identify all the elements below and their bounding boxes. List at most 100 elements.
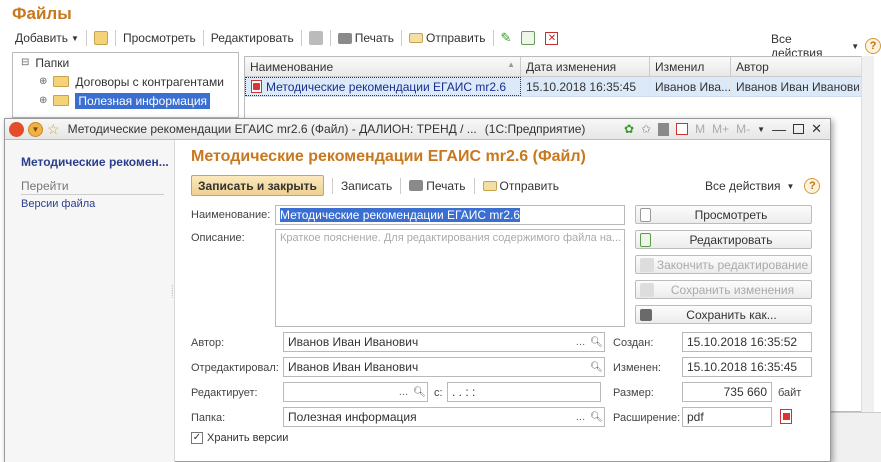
folder-field[interactable]: Полезная информация … 🔍︎ [283, 407, 605, 427]
tree-item-useful-info[interactable]: ⊕ Полезная информация [13, 91, 238, 110]
save-as-button[interactable]: Сохранить как... [635, 305, 812, 324]
printer-icon [409, 180, 424, 191]
save-button[interactable]: Записать [341, 179, 392, 193]
view-button[interactable]: Просмотреть [635, 205, 812, 224]
checkbox-checked-icon: ✓ [191, 432, 203, 444]
editing-label: Редактирует: [191, 387, 258, 399]
search-icon[interactable]: 🔍︎ [589, 358, 604, 376]
search-icon[interactable]: 🔍︎ [412, 383, 427, 401]
calendar-icon[interactable] [676, 123, 689, 135]
print-button[interactable]: Печать [409, 179, 466, 193]
memory-mminus-button[interactable]: M- [736, 122, 750, 136]
edit-button[interactable]: Редактировать [206, 28, 299, 48]
chevron-down-icon[interactable]: ▼ [757, 125, 765, 134]
keep-versions-checkbox[interactable]: ✓ Хранить версии [191, 432, 288, 444]
separator [300, 30, 302, 46]
name-field[interactable]: Методические рекомендации ЕГАИС mr2.6 [275, 205, 625, 225]
close-icon[interactable]: ✕ [811, 121, 822, 137]
print-button[interactable]: Печать [333, 28, 399, 48]
calculator-icon[interactable] [658, 122, 670, 136]
edit-button[interactable]: Редактировать [635, 230, 812, 249]
send-button[interactable]: Отправить [482, 179, 559, 193]
pdf-icon [251, 80, 262, 93]
pencil-icon: ✎ [500, 30, 512, 45]
send-button[interactable]: Отправить [404, 28, 491, 48]
cell-name: Методические рекомендации ЕГАИС mr2.6 [245, 77, 521, 96]
author-field[interactable]: Иванов Иван Иванович … 🔍︎ [283, 332, 605, 352]
chevron-down-icon: ▼ [71, 33, 79, 43]
main-toolbar: Добавить ▼ Просмотреть Редактировать Печа… [10, 28, 563, 48]
help-icon[interactable]: ? [804, 178, 821, 194]
select-button[interactable]: … [396, 383, 411, 401]
since-field[interactable]: . . : : [447, 382, 601, 402]
delete-button[interactable]: ✕ [540, 28, 563, 48]
size-label: Размер: [613, 387, 654, 399]
sidebar-section-goto: Перейти [21, 179, 164, 195]
column-header-changed-by[interactable]: Изменил [650, 57, 731, 76]
description-field[interactable]: Краткое пояснение. Для редактирования со… [275, 229, 625, 327]
cell-date: 15.10.2018 16:35:45 [521, 77, 650, 96]
view-button[interactable]: Просмотреть [118, 28, 201, 48]
column-header-author[interactable]: Автор [731, 57, 861, 76]
save-and-close-button[interactable]: Записать и закрыть [191, 175, 324, 196]
bookmark-icon[interactable]: ✩ [641, 122, 651, 136]
edit-document-icon [640, 232, 651, 247]
column-header-name[interactable]: Наименование ▲ [245, 57, 521, 76]
size-field: 735 660 [682, 382, 772, 402]
finish-editing-button[interactable]: Закончить редактирование [635, 255, 812, 274]
sort-icon: ▲ [507, 60, 515, 69]
table-row[interactable]: Методические рекомендации ЕГАИС mr2.6 15… [245, 77, 873, 97]
add-favorite-icon[interactable]: ✿ [624, 122, 634, 136]
add-folder-icon [93, 31, 108, 45]
created-label: Создан: [613, 337, 654, 349]
add-folder-button[interactable] [89, 28, 113, 48]
select-button[interactable]: … [573, 408, 588, 426]
maximize-icon[interactable] [793, 124, 805, 134]
app-logo-icon [9, 121, 24, 137]
menu-circle-icon[interactable]: ▼ [28, 121, 43, 137]
minimize-icon[interactable]: — [772, 121, 786, 137]
cell-author: Иванов Иван Иванович [736, 80, 859, 94]
expand-icon[interactable]: ⊕ [39, 95, 47, 106]
stamp-button[interactable] [304, 28, 328, 48]
favorite-star-icon[interactable]: ☆ [47, 121, 60, 138]
tree-root[interactable]: ⊟ Папки [13, 53, 238, 72]
disk-icon [640, 308, 652, 321]
sidebar-current-item[interactable]: Методические рекомен... [21, 155, 169, 169]
splitter-handle[interactable]: ⁞ ⁞ [171, 284, 174, 300]
file-dialog: ▼ ☆ Методические рекомендации ЕГАИС mr2.… [4, 118, 831, 462]
memory-mplus-button[interactable]: M+ [712, 122, 729, 136]
all-actions-button[interactable]: Все действия [705, 179, 780, 193]
edited-by-field[interactable]: Иванов Иван Иванович 🔍︎ [283, 357, 605, 377]
separator [202, 30, 204, 46]
memory-m-button[interactable]: M [695, 122, 705, 136]
separator [85, 30, 87, 46]
save-changes-button[interactable]: Сохранить изменения [635, 280, 812, 299]
search-icon[interactable]: 🔍︎ [589, 408, 604, 426]
editing-field[interactable]: … 🔍︎ [283, 382, 428, 402]
tree-item-contracts[interactable]: ⊕ Договоры с контрагентами [13, 72, 238, 91]
column-header-date[interactable]: Дата изменения [521, 57, 650, 76]
name-label: Наименование: [191, 209, 271, 221]
pencil-button[interactable]: ✎ [496, 28, 517, 48]
folder-tree: ⊟ Папки ⊕ Договоры с контрагентами ⊕ Пол… [12, 52, 239, 118]
page-title: Файлы [12, 4, 72, 23]
dialog-toolbar: Записать и закрыть Записать Печать Отпра… [191, 175, 559, 196]
add-button[interactable]: Добавить ▼ [10, 28, 84, 48]
description-label: Описание: [191, 232, 245, 244]
sidebar-link-versions[interactable]: Версии файла [21, 198, 95, 210]
created-field: 15.10.2018 16:35:52 [682, 332, 812, 352]
search-icon[interactable]: 🔍︎ [589, 333, 604, 351]
stamp-icon [308, 31, 323, 45]
modified-field: 15.10.2018 16:35:45 [682, 357, 812, 377]
vertical-scrollbar[interactable] [861, 56, 874, 412]
pdf-icon [780, 409, 792, 424]
select-button[interactable]: … [573, 333, 588, 351]
delete-icon: ✕ [545, 31, 559, 45]
separator [331, 177, 333, 194]
expand-icon[interactable]: ⊕ [39, 76, 47, 87]
help-icon[interactable]: ? [865, 38, 881, 54]
folder-icon [53, 95, 70, 106]
copy-button[interactable] [516, 28, 540, 48]
collapse-icon[interactable]: ⊟ [21, 57, 29, 68]
